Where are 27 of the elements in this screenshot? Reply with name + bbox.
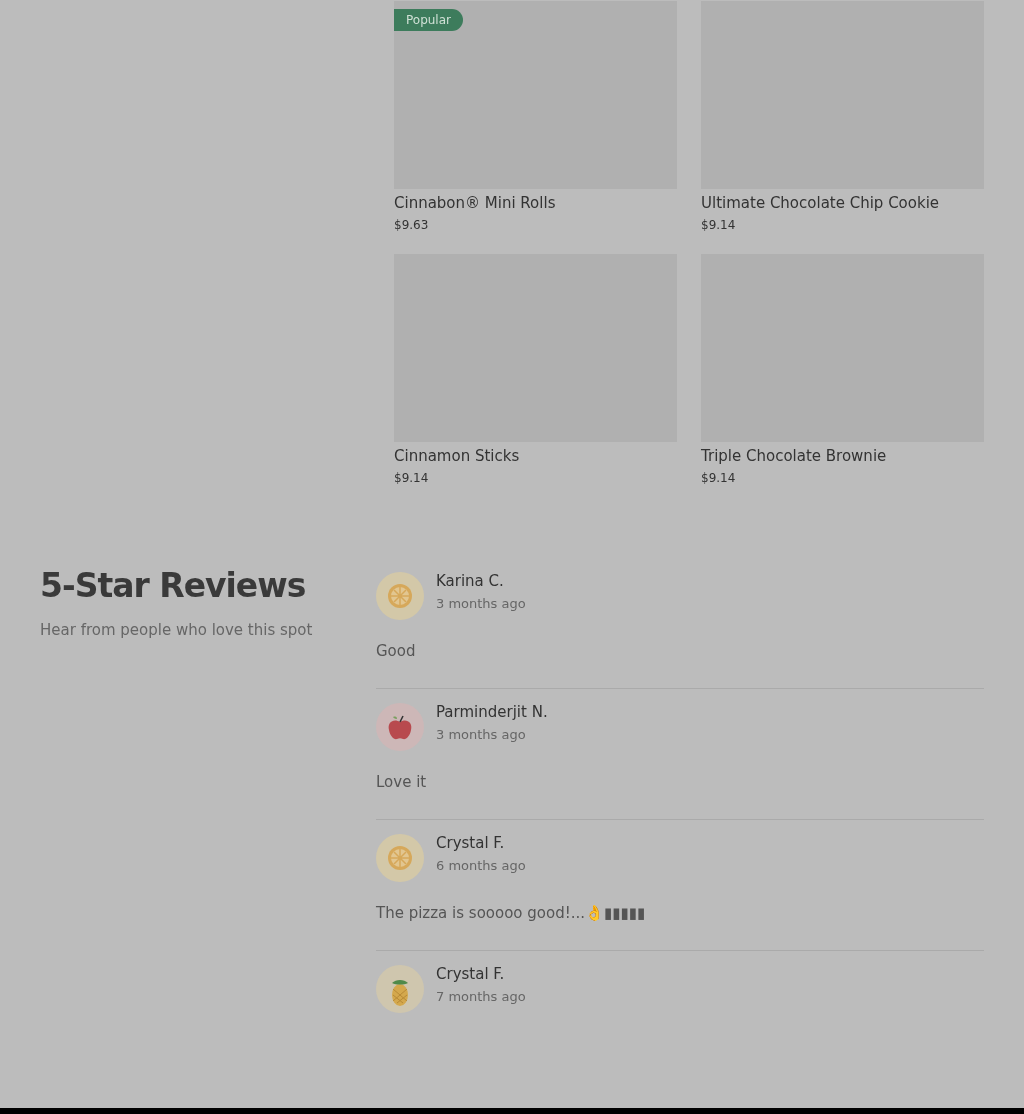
review-time: 3 months ago — [436, 596, 526, 611]
review-time: 3 months ago — [436, 727, 527, 742]
product-price: $9.14 — [701, 218, 737, 232]
product-name[interactable]: Triple Chocolate Brownie — [701, 447, 984, 465]
section-title: 5-Star Reviews — [40, 566, 307, 605]
reviewer-name: Crystal F. — [436, 965, 506, 983]
citrus-slice-avatar — [376, 834, 424, 882]
review-time: 7 months ago — [436, 989, 526, 1004]
product-price: $9.63 — [394, 218, 430, 232]
reviewer-name: Karina C. — [436, 572, 505, 590]
pineapple-avatar — [376, 965, 424, 1013]
product-price: $9.14 — [394, 471, 430, 485]
review-text: Good — [376, 642, 417, 660]
product-image[interactable] — [394, 1, 677, 189]
section-subtitle: Hear from people who love this spot — [40, 621, 314, 639]
product-price: $9.14 — [701, 471, 737, 485]
review-text: Love it — [376, 773, 428, 791]
apple-avatar — [376, 703, 424, 751]
product-name[interactable]: Cinnabon® Mini Rolls — [394, 194, 677, 212]
product-name[interactable]: Ultimate Chocolate Chip Cookie — [701, 194, 984, 212]
reviewer-name: Parminderjit N. — [436, 703, 548, 721]
reviewer-name: Crystal F. — [436, 834, 506, 852]
popular-badge: Popular — [394, 9, 463, 31]
review-time: 6 months ago — [436, 858, 526, 873]
review-text: The pizza is sooooo good!...👌▮▮▮▮▮ — [376, 904, 647, 922]
product-name[interactable]: Cinnamon Sticks — [394, 447, 677, 465]
citrus-slice-avatar — [376, 572, 424, 620]
